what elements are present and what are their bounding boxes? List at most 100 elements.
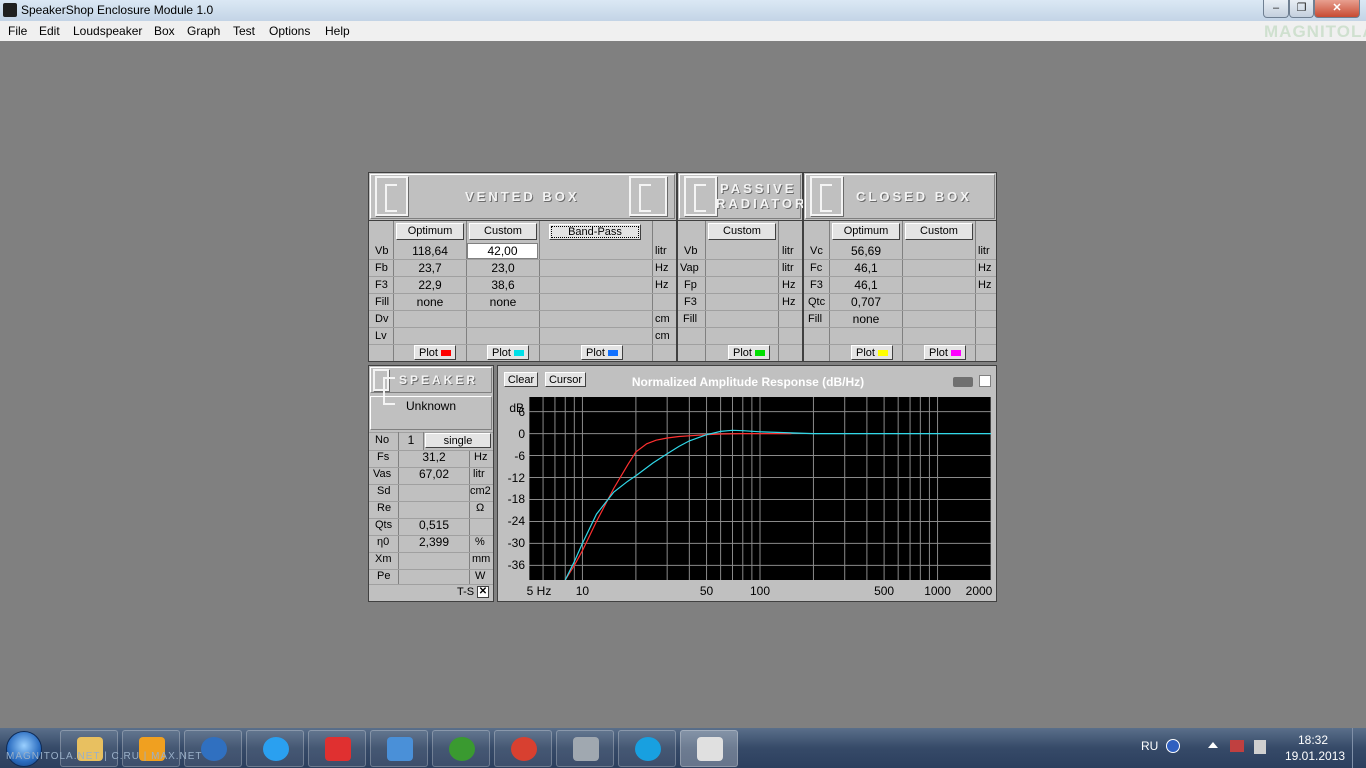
taskbar-watermark: MAGNITOLA.NET | C.RU | MAX.NET xyxy=(6,751,203,762)
mail-taskbar-button[interactable] xyxy=(370,730,428,767)
help-icon[interactable] xyxy=(1166,739,1180,753)
menu-file[interactable]: File xyxy=(8,24,27,38)
closed-optimum-plot-button[interactable]: Plot xyxy=(851,345,893,360)
menu-box[interactable]: Box xyxy=(154,24,175,38)
qts-value[interactable]: 0,515 xyxy=(399,518,469,532)
minimize-button[interactable]: ‒ xyxy=(1263,0,1289,18)
eta-unit: % xyxy=(475,536,485,548)
qtc-label: Qtc xyxy=(808,296,826,308)
lv-label: Lv xyxy=(375,330,387,342)
cb-f3-unit: Hz xyxy=(978,279,992,291)
network-status-icon[interactable] xyxy=(1230,740,1244,752)
red-swatch-icon xyxy=(440,350,451,357)
at-sign-icon xyxy=(201,737,227,761)
speakershop-icon xyxy=(697,737,723,761)
vc-label: Vc xyxy=(810,245,823,257)
menu-bar: File Edit Loudspeaker Box Graph Test Opt… xyxy=(0,21,1366,41)
no-label: No xyxy=(375,434,390,446)
language-indicator[interactable]: RU xyxy=(1141,739,1158,753)
envelope-icon xyxy=(387,737,413,761)
printer-icon[interactable] xyxy=(953,377,973,387)
network-taskbar-button[interactable] xyxy=(556,730,614,767)
closed-custom-plot-button[interactable]: Plot xyxy=(924,345,966,360)
menu-edit[interactable]: Edit xyxy=(39,24,60,38)
menu-options[interactable]: Options xyxy=(269,24,310,38)
menu-loudspeaker[interactable]: Loudspeaker xyxy=(73,24,142,38)
lv-unit: cm xyxy=(655,330,670,342)
blue-swatch-icon xyxy=(607,350,618,357)
re-unit: Ω xyxy=(476,502,485,514)
cb-f3-label: F3 xyxy=(810,279,823,291)
network-icon xyxy=(573,737,599,761)
sd-unit: cm2 xyxy=(470,485,491,497)
skype-taskbar-button[interactable] xyxy=(618,730,676,767)
vas-value[interactable]: 67,02 xyxy=(399,467,469,481)
f3-custom-value: 38,6 xyxy=(491,278,515,292)
bandpass-button[interactable]: Band-Pass xyxy=(549,224,641,240)
single-mode-button[interactable]: single xyxy=(425,433,491,448)
pr-vap-label: Vap xyxy=(680,262,699,274)
eta-value[interactable]: 2,399 xyxy=(399,535,469,549)
vented-box-logo-icon xyxy=(375,176,408,216)
pe-unit: W xyxy=(475,570,486,582)
ts-checkbox[interactable]: ✕ xyxy=(477,586,489,598)
closed-optimum-button[interactable]: Optimum xyxy=(832,223,900,240)
passive-radiator-title-line2: RADIATOR xyxy=(716,196,808,211)
fill-custom-value[interactable]: none xyxy=(467,295,539,309)
maximize-button[interactable]: ❐ xyxy=(1289,0,1314,18)
vb-label: Vb xyxy=(375,245,389,257)
vented-optimum-plot-button[interactable]: Plot xyxy=(414,345,456,360)
passive-radiator-panel: PASSIVE RADIATOR Custom Vb litr Vap litr… xyxy=(677,172,804,362)
pr-fill-label: Fill xyxy=(683,313,698,325)
clock-time[interactable]: 18:32 xyxy=(1298,733,1328,747)
chrome-taskbar-button[interactable] xyxy=(494,730,552,767)
clock-date[interactable]: 19.01.2013 xyxy=(1285,749,1345,763)
close-button[interactable]: ✕ xyxy=(1314,0,1360,18)
vented-custom-button[interactable]: Custom xyxy=(469,223,537,240)
show-desktop-button[interactable] xyxy=(1352,728,1366,768)
clear-button[interactable]: Clear xyxy=(504,372,538,387)
passive-plot-button[interactable]: Plot xyxy=(728,345,770,360)
x-tick-label: 10 xyxy=(575,584,590,598)
chart-option-checkbox[interactable] xyxy=(979,375,991,387)
passive-radiator-title-line1: PASSIVE xyxy=(720,181,797,196)
menu-graph[interactable]: Graph xyxy=(187,24,220,38)
vb-optimum-value: 118,64 xyxy=(412,244,448,258)
menu-test[interactable]: Test xyxy=(233,24,255,38)
vented-custom-plot-button[interactable]: Plot xyxy=(487,345,529,360)
cursor-button[interactable]: Cursor xyxy=(545,372,586,387)
ie-taskbar-button[interactable] xyxy=(246,730,304,767)
closed-box-panel: CLOSED BOX Optimum Custom Vc 56,69 litr … xyxy=(803,172,997,362)
fs-unit: Hz xyxy=(474,451,488,463)
no-value[interactable]: 1 xyxy=(399,433,423,447)
xm-unit: mm xyxy=(472,553,491,565)
pr-f3-unit: Hz xyxy=(782,296,796,308)
pr-fp-unit: Hz xyxy=(782,279,796,291)
yandex-taskbar-button[interactable] xyxy=(308,730,366,767)
show-hidden-icons-icon[interactable] xyxy=(1208,742,1218,748)
vented-optimum-button[interactable]: Optimum xyxy=(396,223,464,240)
yandex-icon xyxy=(325,737,351,761)
menu-help[interactable]: Help xyxy=(325,24,350,38)
y-tick-label: -12 xyxy=(507,470,525,485)
app-icon xyxy=(3,3,17,17)
passive-custom-button[interactable]: Custom xyxy=(708,223,776,240)
fb-custom-value[interactable]: 23,0 xyxy=(467,261,539,275)
speakershop-taskbar-button[interactable] xyxy=(680,730,738,767)
pr-fp-label: Fp xyxy=(684,279,697,291)
closed-custom-button[interactable]: Custom xyxy=(905,223,973,240)
vb-custom-input[interactable]: 42,00 xyxy=(467,243,538,259)
x-tick-label: 1000 xyxy=(924,584,951,598)
utorrent-icon xyxy=(449,737,475,761)
bandpass-plot-button[interactable]: Plot xyxy=(581,345,623,360)
vas-label: Vas xyxy=(373,468,392,480)
speaker-title: SPEAKER xyxy=(399,373,479,387)
closed-box-logo-icon xyxy=(810,176,843,216)
utorrent-taskbar-button[interactable] xyxy=(432,730,490,767)
volume-icon[interactable] xyxy=(1254,740,1266,754)
fc-label: Fc xyxy=(810,262,823,274)
vc-optimum-value: 56,69 xyxy=(850,244,882,258)
amplitude-response-chart[interactable] xyxy=(529,397,991,580)
chart-title: Normalized Amplitude Response (dB/Hz) xyxy=(631,375,865,389)
fs-value[interactable]: 31,2 xyxy=(399,450,469,464)
